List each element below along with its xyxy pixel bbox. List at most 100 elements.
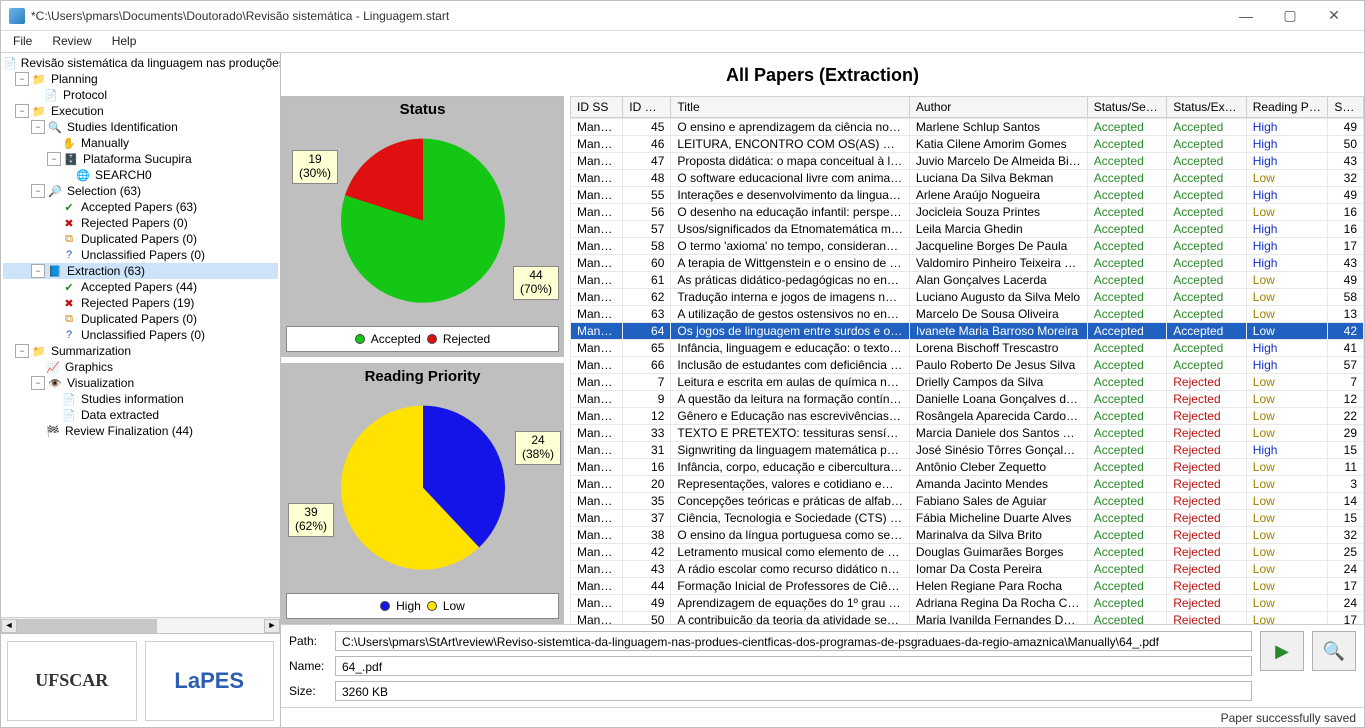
table-row[interactable]: Manually57Usos/significados da Etnomatem… [571, 221, 1364, 238]
table-body[interactable]: Manually45O ensino e aprendizagem da ciê… [570, 118, 1364, 624]
table-row[interactable]: Manually9A questão da leitura na formaçã… [571, 391, 1364, 408]
collapse-icon[interactable]: − [47, 152, 61, 166]
tree-label: Visualization [67, 376, 134, 390]
tree-sel-unclassified[interactable]: ?Unclassified Papers (0) [3, 247, 278, 263]
col-author[interactable]: Author [909, 97, 1087, 118]
table-row[interactable]: Manually46LEITURA, ENCONTRO COM OS(AS) O… [571, 136, 1364, 153]
table-cell: Fábia Micheline Duarte Alves [909, 510, 1087, 527]
col-sc[interactable]: Sc… [1328, 97, 1364, 118]
tree-manually[interactable]: ✋Manually [3, 135, 278, 151]
table-row[interactable]: Manually64Os jogos de linguagem entre su… [571, 323, 1364, 340]
table-cell: Luciano Augusto da Silva Melo [909, 289, 1087, 306]
table-row[interactable]: Manually7Leitura e escrita em aulas de q… [571, 374, 1364, 391]
scroll-track[interactable] [17, 619, 264, 633]
table-row[interactable]: Manually66Inclusão de estudantes com def… [571, 357, 1364, 374]
tree-ext-duplicated[interactable]: ⧉Duplicated Papers (0) [3, 311, 278, 327]
table-row[interactable]: Manually33TEXTO E PRETEXTO: tessituras s… [571, 425, 1364, 442]
path-value[interactable]: C:\Users\pmars\StArt\review\Reviso-siste… [335, 631, 1252, 651]
tree-root[interactable]: 📄Revisão sistemática da linguagem nas pr… [3, 55, 278, 71]
flag-icon: 🏁 [45, 424, 61, 438]
menu-file[interactable]: File [3, 31, 42, 52]
table-row[interactable]: Manually35Concepções teóricas e práticas… [571, 493, 1364, 510]
table-row[interactable]: Manually45O ensino e aprendizagem da ciê… [571, 119, 1364, 136]
col-idss[interactable]: ID SS [571, 97, 623, 118]
scroll-thumb[interactable] [17, 619, 157, 633]
collapse-icon[interactable]: − [31, 120, 45, 134]
table-row[interactable]: Manually56O desenho na educação infantil… [571, 204, 1364, 221]
col-rp[interactable]: Reading Pri… [1246, 97, 1328, 118]
tree-ext-unclassified[interactable]: ?Unclassified Papers (0) [3, 327, 278, 343]
tree-sel-accepted[interactable]: ✔Accepted Papers (63) [3, 199, 278, 215]
table-row[interactable]: Manually49Aprendizagem de equações do 1º… [571, 595, 1364, 612]
menu-help[interactable]: Help [102, 31, 147, 52]
col-title[interactable]: Title [671, 97, 910, 118]
table-row[interactable]: Manually16Infância, corpo, educação e ci… [571, 459, 1364, 476]
col-sextr[interactable]: Status/Extr… [1167, 97, 1247, 118]
tree-studies-id[interactable]: −🔍Studies Identification [3, 119, 278, 135]
tree-data-extracted[interactable]: 📄Data extracted [3, 407, 278, 423]
collapse-icon[interactable]: − [31, 184, 45, 198]
col-idp[interactable]: ID P… [623, 97, 671, 118]
tree-graphics[interactable]: 📈Graphics [3, 359, 278, 375]
table-cell: High [1246, 119, 1328, 136]
tree-selection[interactable]: −🔎Selection (63) [3, 183, 278, 199]
table-row[interactable]: Manually31Signwriting da linguagem matem… [571, 442, 1364, 459]
tree[interactable]: 📄Revisão sistemática da linguagem nas pr… [1, 53, 280, 617]
table-row[interactable]: Manually12Gênero e Educação nas escreviv… [571, 408, 1364, 425]
tree-visualization[interactable]: −👁️Visualization [3, 375, 278, 391]
tree-sel-rejected[interactable]: ✖Rejected Papers (0) [3, 215, 278, 231]
tree-horizontal-scrollbar[interactable]: ◄ ► [1, 617, 280, 633]
collapse-icon[interactable]: − [15, 104, 29, 118]
tree-extraction[interactable]: −📘Extraction (63) [3, 263, 278, 279]
table-row[interactable]: Manually62Tradução interna e jogos de im… [571, 289, 1364, 306]
table-row[interactable]: Manually48O software educacional livre c… [571, 170, 1364, 187]
collapse-icon[interactable]: − [31, 264, 45, 278]
collapse-icon[interactable]: − [15, 344, 29, 358]
table-row[interactable]: Manually42Letramento musical como elemen… [571, 544, 1364, 561]
tree-summarization[interactable]: −📁Summarization [3, 343, 278, 359]
tree-execution[interactable]: −📁Execution [3, 103, 278, 119]
table-row[interactable]: Manually55Interações e desenvolvimento d… [571, 187, 1364, 204]
tree-protocol[interactable]: 📄Protocol [3, 87, 278, 103]
table-row[interactable]: Manually50A contribuição da teoria da at… [571, 612, 1364, 625]
name-value[interactable]: 64_.pdf [335, 656, 1252, 676]
tree-plataforma[interactable]: −🗄️Plataforma Sucupira [3, 151, 278, 167]
scroll-left-icon[interactable]: ◄ [1, 619, 17, 633]
table-row[interactable]: Manually37Ciência, Tecnologia e Sociedad… [571, 510, 1364, 527]
table-row[interactable]: Manually20Representações, valores e coti… [571, 476, 1364, 493]
collapse-icon[interactable]: − [15, 72, 29, 86]
tree-planning[interactable]: −📁Planning [3, 71, 278, 87]
tree-studies-info[interactable]: 📄Studies information [3, 391, 278, 407]
table-row[interactable]: Manually47Proposta didática: o mapa conc… [571, 153, 1364, 170]
table-cell: Low [1246, 493, 1328, 510]
table-cell: Manually [571, 476, 623, 493]
table-row[interactable]: Manually60A terapia de Wittgenstein e o … [571, 255, 1364, 272]
tree-ext-rejected[interactable]: ✖Rejected Papers (19) [3, 295, 278, 311]
table-row[interactable]: Manually65Infância, linguagem e educação… [571, 340, 1364, 357]
collapse-icon[interactable]: − [31, 376, 45, 390]
table-header-row[interactable]: ID SS ID P… Title Author Status/Sele… St… [571, 97, 1364, 118]
table-cell: Low [1246, 595, 1328, 612]
table-row[interactable]: Manually61As práticas didático-pedagógic… [571, 272, 1364, 289]
table-row[interactable]: Manually58O termo 'axioma' no tempo, con… [571, 238, 1364, 255]
maximize-button[interactable]: ▢ [1268, 2, 1312, 30]
size-value[interactable]: 3260 KB [335, 681, 1252, 701]
table-row[interactable]: Manually43A rádio escolar como recurso d… [571, 561, 1364, 578]
table-cell: 47 [623, 153, 671, 170]
tree-ext-accepted[interactable]: ✔Accepted Papers (44) [3, 279, 278, 295]
close-button[interactable]: ✕ [1312, 2, 1356, 30]
table-row[interactable]: Manually38O ensino da língua portuguesa … [571, 527, 1364, 544]
tree-review-finalization[interactable]: 🏁Review Finalization (44) [3, 423, 278, 439]
scroll-right-icon[interactable]: ► [264, 619, 280, 633]
menu-review[interactable]: Review [42, 31, 101, 52]
tree-sel-duplicated[interactable]: ⧉Duplicated Papers (0) [3, 231, 278, 247]
minimize-button[interactable]: — [1224, 2, 1268, 30]
search-button[interactable]: 🔍 [1312, 631, 1356, 671]
table-row[interactable]: Manually63A utilização de gestos ostensi… [571, 306, 1364, 323]
play-button[interactable]: ▶ [1260, 631, 1304, 671]
table-row[interactable]: Manually44Formação Inicial de Professore… [571, 578, 1364, 595]
col-ssel[interactable]: Status/Sele… [1087, 97, 1167, 118]
table-cell: 17 [1328, 238, 1364, 255]
table-cell: 57 [1328, 357, 1364, 374]
tree-search0[interactable]: 🌐SEARCH0 [3, 167, 278, 183]
